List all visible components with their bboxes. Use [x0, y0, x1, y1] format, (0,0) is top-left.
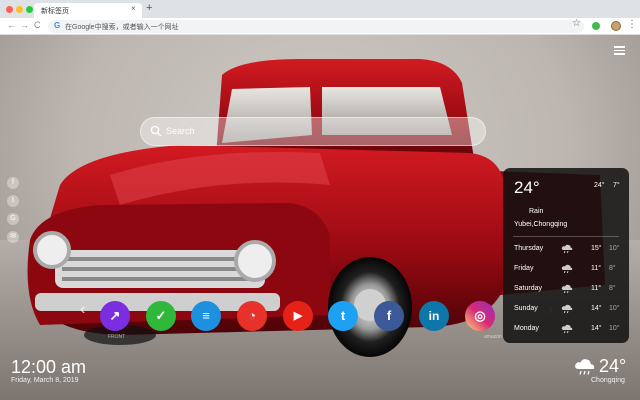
- youtube-app-icon[interactable]: ▶: [283, 301, 313, 331]
- settings-menu-icon[interactable]: [614, 46, 625, 55]
- forecast-row: Friday 11° 8°: [503, 264, 629, 277]
- bottom-temperature[interactable]: 24°: [599, 356, 626, 377]
- forecast-day: Friday: [514, 265, 534, 272]
- current-temperature: 24°: [514, 178, 540, 197]
- forecast-high: 14°: [591, 325, 602, 332]
- weather-location: Yubei,Chongqing: [514, 221, 568, 228]
- notes-app-icon[interactable]: ≡: [191, 301, 221, 331]
- forecast-low: 8°: [609, 285, 616, 292]
- forecast-low: 10°: [609, 305, 620, 312]
- forward-button[interactable]: →: [20, 20, 29, 30]
- cloud-rain-icon: [561, 244, 573, 254]
- address-bar[interactable]: G 在Google中搜索，或者输入一个网址: [48, 20, 584, 33]
- search-bar[interactable]: Search: [140, 117, 486, 146]
- divider: [513, 236, 619, 237]
- google-share-icon[interactable]: G: [7, 213, 19, 225]
- clock-date: Friday, March 8, 2019: [11, 377, 79, 384]
- forecast-row: Sunday 14° 10°: [503, 304, 629, 317]
- clock-time: 12:00 am: [11, 357, 87, 377]
- forecast-low: 10°: [609, 325, 620, 332]
- active-tab[interactable]: 新标签页 ×: [34, 3, 142, 18]
- weather-panel[interactable]: 24° 24° 7° Rain Yubei,Chongqing Thursday…: [503, 168, 629, 343]
- forecast-row: Thursday 15° 10°: [503, 244, 629, 257]
- search-icon: [150, 125, 162, 137]
- forecast-high: 11°: [591, 265, 602, 272]
- forecast-day: Saturday: [514, 285, 543, 292]
- forecast-day: Sunday: [514, 305, 538, 312]
- photos-app-icon[interactable]: ↗: [100, 301, 130, 331]
- speedtest-app-icon[interactable]: ◔: [237, 301, 267, 331]
- forecast-day: Monday: [514, 325, 539, 332]
- weather-condition: Rain: [529, 208, 544, 215]
- extension-icon[interactable]: [592, 22, 600, 30]
- bookmark-star-icon[interactable]: ☆: [572, 18, 581, 29]
- dock-prev-button[interactable]: ‹: [80, 301, 85, 319]
- close-tab-icon[interactable]: ×: [131, 4, 136, 13]
- cloud-rain-icon: [561, 304, 573, 314]
- instagram-app-icon[interactable]: ◎: [465, 301, 495, 331]
- tab-strip: 新标签页 × +: [0, 0, 640, 18]
- forecast-low: 8°: [609, 265, 616, 272]
- forecast-high: 14°: [591, 305, 602, 312]
- close-window-icon[interactable]: [6, 6, 13, 13]
- forecast-row: Saturday 11° 8°: [503, 284, 629, 297]
- cloud-rain-icon: [561, 284, 573, 294]
- forecast-low: 10°: [609, 245, 620, 252]
- back-button[interactable]: ←: [7, 20, 16, 30]
- browser-toolbar: ← → C G 在Google中搜索，或者输入一个网址 ☆ ⋮: [0, 18, 640, 35]
- google-icon: G: [54, 21, 61, 30]
- tasks-app-icon[interactable]: ✓: [146, 301, 176, 331]
- facebook-app-icon[interactable]: f: [374, 301, 404, 331]
- forecast-row: Monday 14° 10°: [503, 324, 629, 337]
- cloud-rain-icon[interactable]: [574, 358, 596, 376]
- twitter-share-icon[interactable]: t: [7, 195, 19, 207]
- maximize-window-icon[interactable]: [26, 6, 33, 13]
- forecast-high: 15°: [591, 245, 602, 252]
- forecast-day: Thursday: [514, 245, 544, 252]
- new-tab-button[interactable]: +: [146, 2, 152, 14]
- linkedin-app-icon[interactable]: in: [419, 301, 449, 331]
- profile-avatar[interactable]: [611, 21, 621, 31]
- dock-label-front: FRONT: [108, 334, 126, 340]
- tab-title: 新标签页: [41, 8, 69, 15]
- browser-menu-icon[interactable]: ⋮: [627, 19, 637, 30]
- today-low: 7°: [613, 182, 620, 189]
- dock-label-amazon: amazon: [484, 334, 502, 340]
- email-share-icon[interactable]: ✉: [7, 231, 19, 243]
- cloud-rain-icon: [561, 264, 573, 274]
- cloud-rain-icon: [561, 324, 573, 334]
- new-tab-page: Search f t G ✉ ‹ ↗ FRONT ✓ ≡ ◔ ▶ t f in …: [0, 35, 640, 400]
- today-high: 24°: [594, 182, 605, 189]
- bottom-city: Chongqing: [591, 377, 625, 384]
- twitter-app-icon[interactable]: t: [328, 301, 358, 331]
- address-bar-placeholder: 在Google中搜索，或者输入一个网址: [65, 24, 179, 31]
- search-placeholder: Search: [166, 126, 195, 136]
- forecast-high: 11°: [591, 285, 602, 292]
- minimize-window-icon[interactable]: [16, 6, 23, 13]
- reload-button[interactable]: C: [34, 20, 41, 30]
- facebook-share-icon[interactable]: f: [7, 177, 19, 189]
